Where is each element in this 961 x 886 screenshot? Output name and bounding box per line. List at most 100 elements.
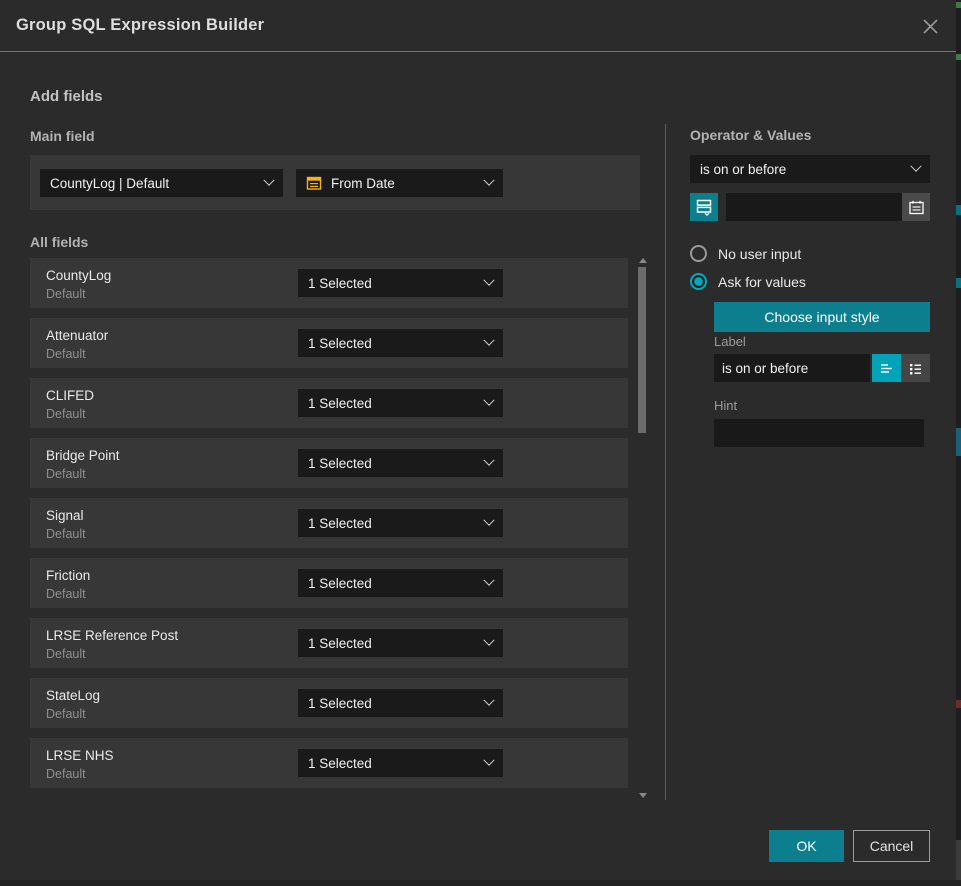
screen: { "dialog": { "title": "Group SQL Expres… — [0, 0, 961, 886]
field-values-select[interactable]: 1 Selected — [298, 749, 503, 777]
label-field-label: Label — [714, 334, 746, 349]
layer-select-value: CountyLog | Default — [50, 176, 265, 191]
all-fields-list: CountyLog Default 1 Selected Attenuator … — [30, 258, 628, 798]
edge-fragment — [956, 54, 961, 60]
calendar-icon[interactable] — [902, 193, 930, 221]
chevron-down-icon — [483, 755, 494, 766]
field-values-select-value: 1 Selected — [308, 696, 485, 711]
input-type-icon[interactable] — [690, 193, 718, 221]
chevron-down-icon — [483, 635, 494, 646]
calendar-icon — [306, 175, 322, 191]
section-title-add-fields: Add fields — [30, 88, 103, 105]
field-values-select[interactable]: 1 Selected — [298, 569, 503, 597]
hint-input[interactable] — [714, 419, 924, 447]
main-field-label: Main field — [30, 128, 95, 144]
field-name: CLIFED — [46, 388, 94, 403]
field-values-select-value: 1 Selected — [308, 276, 485, 291]
scrollbar-thumb[interactable] — [638, 267, 646, 433]
dialog-title: Group SQL Expression Builder — [16, 16, 264, 35]
field-values-select-value: 1 Selected — [308, 396, 485, 411]
field-row-bridge-point: Bridge Point Default 1 Selected — [30, 438, 628, 488]
field-values-select[interactable]: 1 Selected — [298, 629, 503, 657]
field-sublabel: Default — [46, 587, 86, 601]
main-field-select-value: From Date — [331, 176, 485, 191]
label-input[interactable] — [714, 354, 870, 382]
hint-field-label: Hint — [714, 398, 737, 413]
field-row-signal: Signal Default 1 Selected — [30, 498, 628, 548]
field-row-statelog: StateLog Default 1 Selected — [30, 678, 628, 728]
field-sublabel: Default — [46, 707, 86, 721]
field-values-select[interactable]: 1 Selected — [298, 689, 503, 717]
all-fields-label: All fields — [30, 234, 88, 250]
chevron-down-icon — [483, 575, 494, 586]
field-name: LRSE NHS — [46, 748, 114, 763]
value-input[interactable] — [726, 193, 902, 221]
main-field-panel: CountyLog | Default From Date — [30, 155, 640, 210]
layer-select[interactable]: CountyLog | Default — [40, 169, 283, 197]
field-row-lrse-reference-post: LRSE Reference Post Default 1 Selected — [30, 618, 628, 668]
field-values-select[interactable]: 1 Selected — [298, 509, 503, 537]
field-sublabel: Default — [46, 347, 86, 361]
field-sublabel: Default — [46, 527, 86, 541]
ok-button[interactable]: OK — [769, 830, 844, 862]
edge-fragment — [956, 278, 961, 288]
edge-fragment — [956, 2, 961, 8]
field-name: Bridge Point — [46, 448, 120, 463]
label-input-row — [714, 354, 930, 382]
field-row-friction: Friction Default 1 Selected — [30, 558, 628, 608]
list-icon[interactable] — [901, 354, 930, 382]
radio-label: No user input — [718, 246, 801, 262]
field-values-select-value: 1 Selected — [308, 576, 485, 591]
cancel-button[interactable]: Cancel — [853, 830, 930, 862]
value-input-row — [690, 193, 930, 221]
field-values-select[interactable]: 1 Selected — [298, 389, 503, 417]
dialog-bottom-edge — [0, 880, 961, 886]
edge-fragment — [956, 205, 961, 215]
field-values-select[interactable]: 1 Selected — [298, 449, 503, 477]
chevron-down-icon — [483, 275, 494, 286]
close-icon[interactable] — [918, 14, 942, 38]
field-row-countylog: CountyLog Default 1 Selected — [30, 258, 628, 308]
scroll-up-icon[interactable] — [639, 258, 647, 263]
chevron-down-icon — [483, 515, 494, 526]
radio-no-user-input[interactable]: No user input — [690, 245, 801, 262]
field-values-select-value: 1 Selected — [308, 756, 485, 771]
radio-label: Ask for values — [718, 274, 806, 290]
field-values-select-value: 1 Selected — [308, 456, 485, 471]
field-sublabel: Default — [46, 467, 86, 481]
radio-ask-for-values[interactable]: Ask for values — [690, 273, 806, 290]
chevron-down-icon — [483, 695, 494, 706]
chevron-down-icon — [483, 175, 494, 186]
field-sublabel: Default — [46, 647, 86, 661]
field-name: StateLog — [46, 688, 100, 703]
align-left-icon[interactable] — [872, 354, 901, 382]
main-field-select[interactable]: From Date — [296, 169, 503, 197]
field-values-select-value: 1 Selected — [308, 636, 485, 651]
field-row-clifed: CLIFED Default 1 Selected — [30, 378, 628, 428]
operator-values-title: Operator & Values — [690, 127, 811, 143]
field-name: Signal — [46, 508, 84, 523]
field-sublabel: Default — [46, 767, 86, 781]
chevron-down-icon — [910, 161, 921, 172]
edge-fragment — [956, 700, 961, 708]
field-values-select-value: 1 Selected — [308, 516, 485, 531]
field-values-select[interactable]: 1 Selected — [298, 269, 503, 297]
panel-divider — [665, 124, 666, 800]
list-scrollbar[interactable] — [637, 258, 647, 800]
field-name: CountyLog — [46, 268, 111, 283]
field-name: Friction — [46, 568, 90, 583]
chevron-down-icon — [483, 455, 494, 466]
field-values-select[interactable]: 1 Selected — [298, 329, 503, 357]
field-row-lrse-nhs: LRSE NHS Default 1 Selected — [30, 738, 628, 788]
operator-select[interactable]: is on or before — [690, 155, 930, 183]
field-name: Attenuator — [46, 328, 108, 343]
chevron-down-icon — [483, 335, 494, 346]
field-name: LRSE Reference Post — [46, 628, 178, 643]
chevron-down-icon — [263, 175, 274, 186]
edge-fragment — [956, 428, 961, 456]
scroll-down-icon[interactable] — [639, 793, 647, 798]
chevron-down-icon — [483, 395, 494, 406]
operator-select-value: is on or before — [700, 162, 912, 177]
dialog-titlebar: Group SQL Expression Builder — [0, 0, 956, 52]
choose-input-style-button[interactable]: Choose input style — [714, 302, 930, 332]
